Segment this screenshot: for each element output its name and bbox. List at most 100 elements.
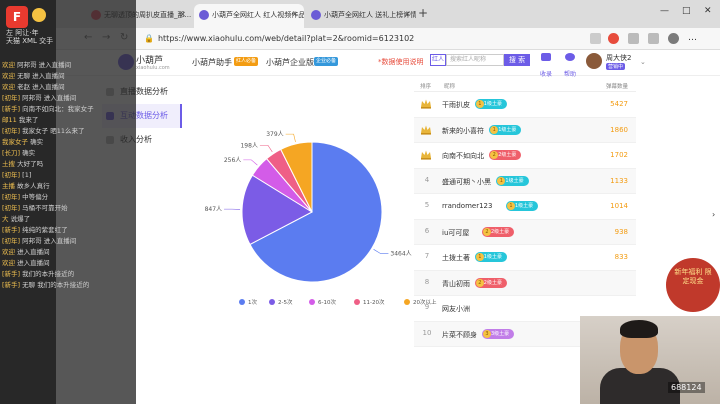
chat-user: [长刀]: [2, 149, 21, 157]
level-num: 3: [483, 329, 491, 338]
legend-swatch[interactable]: [239, 299, 245, 305]
legend-swatch[interactable]: [354, 299, 360, 305]
chat-user: [初年]: [2, 127, 21, 135]
user-nickname[interactable]: iu可可屋: [442, 228, 469, 238]
table-row[interactable]: 向南不如向北 2 2级土豪 1702: [414, 143, 636, 169]
chat-user: [初年]: [2, 193, 21, 201]
chat-user: [新手]: [2, 226, 21, 234]
user-nickname[interactable]: 新来的小喜符: [442, 126, 484, 136]
rank-number: 7: [424, 252, 430, 260]
lock-icon: 🔒: [144, 34, 154, 43]
chat-message: 欢迎 进入直播间: [2, 258, 134, 269]
chat-user: [初年]: [2, 237, 21, 245]
user-nickname[interactable]: 向南不如向北: [442, 151, 484, 161]
chat-user: 欢迎: [2, 72, 15, 80]
data-notice-link[interactable]: *数据使用说明: [378, 57, 424, 67]
table-row[interactable]: 4 盛通可期丶小黑 1 1级土豪 1133: [414, 168, 636, 194]
level-num: 1: [507, 202, 515, 210]
tab-close-icon[interactable]: ✕: [403, 4, 410, 26]
user-name[interactable]: 周大侠2: [606, 53, 631, 63]
screen: 无聊透顶的周扒皮直播_那... ✕ 小葫芦全网红人 红人视频作品... ✕ 小葫…: [0, 0, 720, 404]
legend-label[interactable]: 6-10次: [318, 298, 336, 306]
level-num: 1: [475, 253, 484, 261]
user-badge: 营销中: [606, 63, 626, 70]
level-num: 1: [490, 125, 499, 134]
user-nickname[interactable]: 网友小洲: [442, 304, 470, 314]
user-nickname[interactable]: rrandomer123: [442, 202, 492, 210]
chat-user: [新手]: [2, 105, 21, 113]
close-window-button[interactable]: ✕: [704, 6, 712, 16]
chat-user: 欢迎: [2, 248, 15, 256]
help-icon: [565, 53, 575, 61]
danmu-count: 1860: [610, 125, 628, 134]
chat-text: [1]: [22, 171, 32, 179]
minimize-button[interactable]: —: [660, 6, 669, 16]
search-input[interactable]: 搜索红人昵称: [446, 54, 504, 66]
table-row[interactable]: 5 rrandomer123 1 1级土豪 1014: [414, 194, 636, 220]
url-field[interactable]: 🔒 https://www.xiaohulu.com/web/detail?pla…: [144, 31, 564, 47]
header-rank: 排序: [420, 84, 432, 90]
level-text: 1级土豪: [483, 101, 502, 107]
level-text: 1级土豪: [505, 177, 524, 184]
user-nickname[interactable]: 青山初雨: [442, 279, 470, 289]
address-bar: ← → ↻ 🔒https://www.xiaohulu.com/web/deta…: [56, 28, 720, 50]
promo-badge[interactable]: 新年福利 限定现金: [666, 258, 720, 312]
tab-close-icon[interactable]: ✕: [291, 4, 298, 26]
chevron-down-icon[interactable]: ⌄: [640, 58, 646, 66]
nav-enterprise[interactable]: 小葫芦企业版: [266, 57, 314, 68]
avatar[interactable]: [586, 53, 602, 69]
extension-icon[interactable]: [608, 33, 619, 44]
pie-data-label: 379人: [266, 131, 283, 138]
legend-label[interactable]: 11-20次: [363, 298, 385, 306]
collect-icon: [541, 53, 551, 61]
maximize-button[interactable]: □: [682, 6, 691, 16]
user-nickname[interactable]: 片菜不顾身: [442, 330, 477, 340]
chat-user: [新手]: [2, 281, 21, 289]
search-type-select[interactable]: 红人: [430, 54, 446, 66]
legend-label[interactable]: 1次: [248, 298, 257, 306]
user-nickname[interactable]: 盛通可期丶小黑: [442, 177, 491, 187]
table-row[interactable]: 新来的小喜符 1 1级土豪 1860: [414, 117, 636, 143]
table-row[interactable]: 7 土拨土著 1 1级土豪 833: [414, 245, 636, 271]
search-button[interactable]: 搜 索: [504, 54, 530, 66]
chat-message: 大 说爆了: [2, 214, 134, 225]
new-tab-button[interactable]: +: [418, 6, 428, 20]
legend-label[interactable]: 2-5次: [278, 298, 293, 306]
chat-text: 确实: [30, 138, 44, 146]
chat-message: [新手] 无聊 我们的本升接近的: [2, 280, 134, 291]
chat-text: 我家女子 晒11么来了: [22, 127, 85, 135]
level-num: 2: [490, 151, 499, 159]
overlay-line2: 天猫 XML 交手: [6, 37, 54, 45]
logo-sub: xiaohulu.com: [136, 65, 170, 71]
tab-label: 小葫芦全网红人 送礼上榜详情: [324, 11, 416, 19]
legend-swatch[interactable]: [309, 299, 315, 305]
extension-icon[interactable]: [590, 33, 601, 44]
legend-swatch[interactable]: [404, 299, 410, 305]
help-button[interactable]: 帮助: [560, 53, 580, 80]
table-row[interactable]: 6 iu可可屋 2 2级土豪 938: [414, 219, 636, 245]
collect-button[interactable]: 收录: [536, 53, 556, 80]
danmu-count: 1133: [610, 176, 628, 185]
legend-swatch[interactable]: [269, 299, 275, 305]
tab-close-icon[interactable]: ✕: [179, 4, 186, 26]
nav-assistant[interactable]: 小葫芦助手: [192, 57, 232, 68]
chat-text: 进入直播间: [17, 248, 50, 256]
table-row[interactable]: 8 青山初雨 2 2级土豪: [414, 270, 636, 296]
profile-icon[interactable]: [668, 33, 679, 44]
ranking-table: 排序 昵称 弹幕数量 干雨扒皮 1 1级土豪 5427 新来的小喜符 1 1级土豪 1860 向…: [414, 80, 636, 347]
tab-1[interactable]: 小葫芦全网红人 红人视频作品... ✕: [194, 4, 304, 28]
tab-2[interactable]: 小葫芦全网红人 送礼上榜详情 ✕: [306, 4, 416, 28]
more-icon[interactable]: …: [688, 33, 699, 44]
user-nickname[interactable]: 土拨土著: [442, 253, 470, 263]
user-nickname[interactable]: 干雨扒皮: [442, 100, 470, 110]
level-badge: 2 2级土豪: [474, 277, 507, 288]
cursor-icon: ›: [712, 210, 716, 219]
collections-icon[interactable]: [648, 33, 659, 44]
table-row[interactable]: 干雨扒皮 1 1级土豪 5427: [414, 92, 636, 118]
chat-message: [初年] 我家女子 晒11么来了: [2, 126, 134, 137]
nav-enterprise-badge: 企业必备: [314, 57, 339, 66]
chat-text: 向南不如向北：我家女子: [22, 105, 94, 113]
danmu-count: 833: [614, 253, 628, 261]
level-badge: 1 1级土豪: [496, 175, 529, 186]
favorites-icon[interactable]: [628, 33, 639, 44]
